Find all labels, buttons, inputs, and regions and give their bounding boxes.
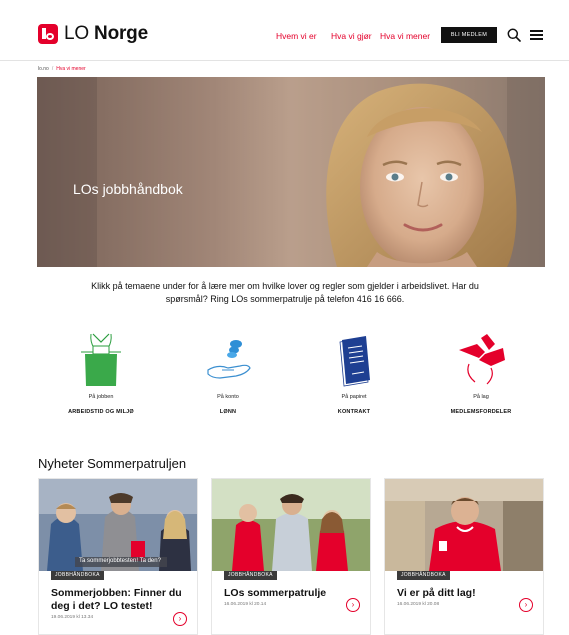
breadcrumb: lo.no / Hva vi mener xyxy=(38,66,86,72)
news-heading: Nyheter Sommerpatruljen xyxy=(38,456,187,471)
news-card-image: Ta sommerjobbtesten! Ta den? xyxy=(39,479,197,571)
nav-link-hva-vi-mener[interactable]: Hva vi mener xyxy=(380,31,430,41)
category-sub-label: På lag xyxy=(473,394,489,400)
news-card-title: Sommerjobben: Finner du deg i det? LO te… xyxy=(51,587,182,612)
category-title: MEDLEMSFORDELER xyxy=(450,409,512,415)
news-card-image-overlay-text: Ta sommerjobbtesten! Ta den? xyxy=(79,558,161,564)
hero-title: LOs jobbhåndbok xyxy=(73,181,183,197)
category-title: ARBEIDSTID OG MILJØ xyxy=(68,409,134,415)
category-kontrakt[interactable]: På papiret KONTRAKT xyxy=(299,330,409,415)
intro-text: Klikk på temaene under for å lære mer om… xyxy=(91,281,479,304)
lo-logo-mark-icon xyxy=(38,24,58,44)
chevron-right-icon[interactable]: › xyxy=(173,612,187,626)
site-header: LO Norge Hvem vi er Hva vi gjør Hva vi m… xyxy=(0,0,569,62)
breadcrumb-separator: / xyxy=(51,66,54,72)
breadcrumb-current[interactable]: Hva vi mener xyxy=(56,66,85,72)
news-card[interactable]: JOBBHÅNDBOKA LOs sommerpatrulje 16.06.20… xyxy=(211,478,371,635)
contract-document-icon xyxy=(339,336,370,387)
category-title: KONTRAKT xyxy=(337,409,371,415)
lo-norge-logo[interactable]: LO Norge xyxy=(38,24,148,44)
category-sub-label: På papiret xyxy=(341,394,367,400)
hamburger-menu-icon[interactable] xyxy=(530,29,544,41)
header-divider xyxy=(0,60,569,61)
news-card-tag: JOBBHÅNDBOKA xyxy=(224,571,277,580)
category-lonn[interactable]: På konto LØNN xyxy=(173,330,283,415)
news-card[interactable]: JOBBHÅNDBOKA Vi er på ditt lag! 16.06.20… xyxy=(384,478,544,635)
category-title: LØNN xyxy=(219,409,237,415)
chevron-right-icon[interactable]: › xyxy=(519,598,533,612)
breadcrumb-home-link[interactable]: lo.no xyxy=(38,66,49,72)
category-arbeidstid-og-miljo[interactable]: På jobben ARBEIDSTID OG MILJØ xyxy=(46,330,156,415)
news-card-title: LOs sommerpatrulje xyxy=(224,587,327,599)
news-card-tag: JOBBHÅNDBOKA xyxy=(397,571,450,580)
news-card-image xyxy=(212,479,370,571)
apron-icon xyxy=(81,333,121,386)
hero-photo-girl xyxy=(37,77,545,267)
news-card[interactable]: Ta sommerjobbtesten! Ta den? JOBBHÅNDBOK… xyxy=(38,478,198,635)
search-icon[interactable] xyxy=(507,28,521,42)
news-card-date: 19.06.2019 kl 13.34 xyxy=(51,615,94,620)
category-sub-label: På konto xyxy=(217,394,239,400)
category-medlemsfordeler[interactable]: På lag MEDLEMSFORDELER xyxy=(426,330,536,415)
handshake-icon xyxy=(459,334,505,385)
news-card-date: 16.06.2019 kl 20.14 xyxy=(224,602,267,607)
category-sub-label: På jobben xyxy=(88,394,114,400)
logo-norge-text: Norge xyxy=(94,23,148,44)
news-card-date: 16.06.2019 kl 20.08 xyxy=(397,602,440,607)
nav-link-hvem-vi-er[interactable]: Hvem vi er xyxy=(276,31,317,41)
news-card-image xyxy=(385,479,543,571)
logo-lo-text: LO xyxy=(64,23,89,44)
join-member-button[interactable]: BLI MEDLEM xyxy=(441,27,497,43)
chevron-right-icon[interactable]: › xyxy=(346,598,360,612)
nav-link-hva-vi-gjor[interactable]: Hva vi gjør xyxy=(331,31,372,41)
coins-hand-icon xyxy=(207,340,251,379)
news-card-title: Vi er på ditt lag! xyxy=(397,587,476,599)
hero-banner[interactable] xyxy=(37,77,545,267)
news-card-tag: JOBBHÅNDBOKA xyxy=(51,571,104,580)
